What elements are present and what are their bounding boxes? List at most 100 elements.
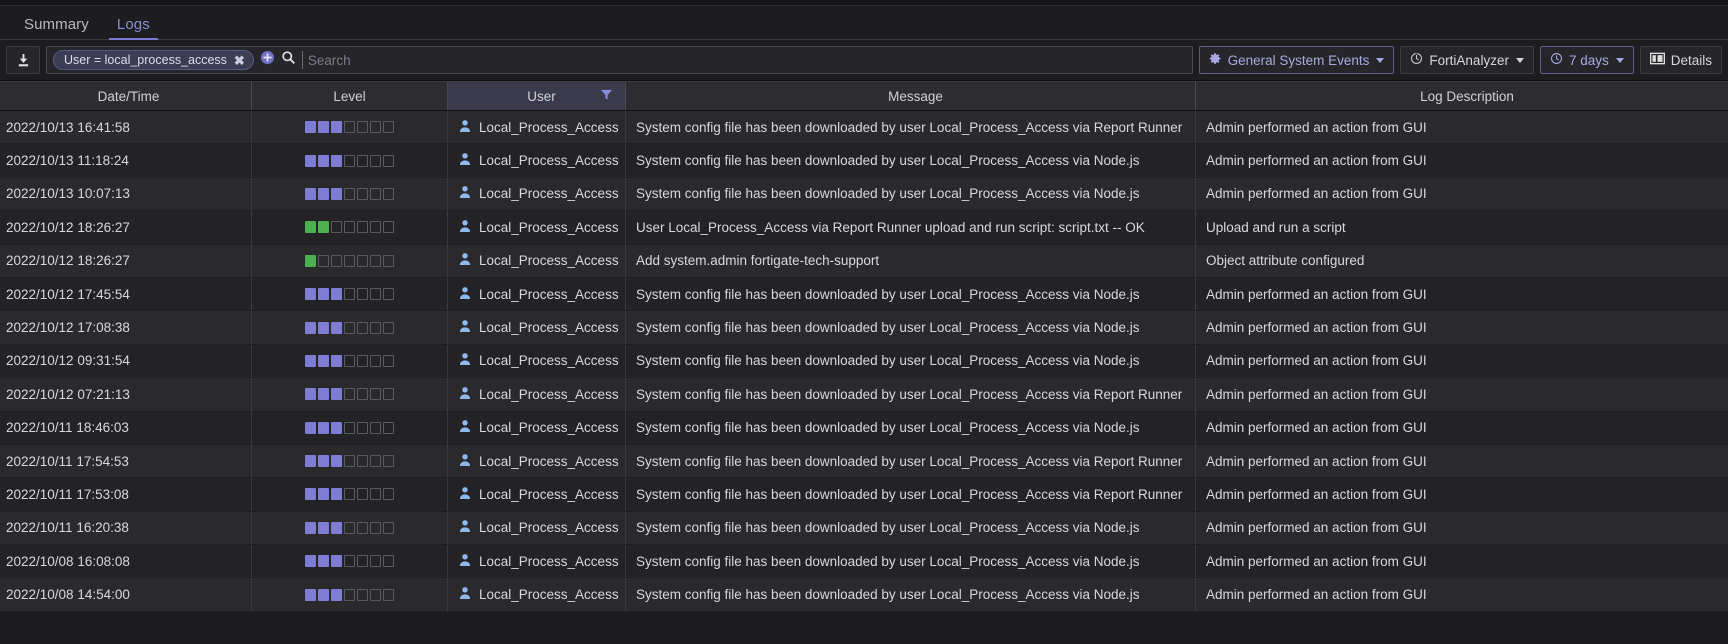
cell-level xyxy=(252,144,448,177)
user-icon xyxy=(458,553,472,570)
column-header-description-label: Log Description xyxy=(1420,88,1514,104)
severity-indicator xyxy=(305,121,394,134)
cell-level xyxy=(252,545,448,578)
cell-level xyxy=(252,311,448,344)
tab-summary[interactable]: Summary xyxy=(10,17,103,39)
cell-message: System config file has been downloaded b… xyxy=(626,511,1196,545)
cell-datetime: 2022/10/13 11:18:24 xyxy=(0,144,252,177)
clock-icon xyxy=(1550,52,1563,68)
table-row[interactable]: 2022/10/08 14:54:00 Local_Process_Access S… xyxy=(0,578,1728,612)
cell-user: Local_Process_Access xyxy=(448,211,626,244)
chevron-down-icon xyxy=(1376,57,1385,63)
search-bar[interactable]: User = local_process_access ✖ xyxy=(46,46,1193,74)
user-icon xyxy=(458,386,472,403)
table-row[interactable]: 2022/10/12 17:08:38 Local_Process_Access S… xyxy=(0,311,1728,345)
cell-user-label: Local_Process_Access xyxy=(479,520,619,536)
table-row[interactable]: 2022/10/12 17:45:54 Local_Process_Access S… xyxy=(0,277,1728,312)
column-header-description[interactable]: Log Description xyxy=(1196,82,1728,110)
table-body: 2022/10/13 16:41:58 Local_Process_Access S… xyxy=(0,111,1728,612)
cell-description: Admin performed an action from GUI xyxy=(1206,153,1427,169)
table-row[interactable]: 2022/10/13 16:41:58 Local_Process_Access S… xyxy=(0,111,1728,145)
cell-message: System config file has been downloaded b… xyxy=(626,444,1196,478)
user-icon xyxy=(458,453,472,470)
severity-indicator xyxy=(305,421,394,434)
user-icon xyxy=(458,185,472,202)
column-header-datetime-label: Date/Time xyxy=(97,88,160,104)
device-dropdown[interactable]: FortiAnalyzer xyxy=(1400,46,1534,74)
cell-message: System config file has been downloaded b… xyxy=(626,144,1196,177)
plus-circle-icon[interactable] xyxy=(260,50,275,70)
table-row[interactable]: 2022/10/11 17:53:08 Local_Process_Access S… xyxy=(0,478,1728,512)
user-icon xyxy=(458,419,472,436)
table-row[interactable]: 2022/10/11 18:46:03 Local_Process_Access S… xyxy=(0,411,1728,445)
table-row[interactable]: 2022/10/11 17:54:53 Local_Process_Access S… xyxy=(0,444,1728,479)
column-header-datetime[interactable]: Date/Time xyxy=(0,82,252,110)
user-icon xyxy=(458,119,472,136)
cell-user-label: Local_Process_Access xyxy=(479,486,619,502)
column-header-level[interactable]: Level xyxy=(252,82,448,110)
details-toggle-button[interactable]: Details xyxy=(1639,46,1722,74)
cell-description: Admin performed an action from GUI xyxy=(1206,353,1427,369)
column-header-user-label: User xyxy=(527,88,556,104)
tab-summary-label: Summary xyxy=(24,16,89,33)
cell-user: Local_Process_Access xyxy=(448,244,626,277)
cell-datetime: 2022/10/12 17:45:54 xyxy=(0,277,252,311)
tab-logs[interactable]: Logs xyxy=(103,17,164,40)
table-row[interactable]: 2022/10/13 10:07:13 Local_Process_Access S… xyxy=(0,177,1728,212)
column-header-message[interactable]: Message xyxy=(626,82,1196,110)
user-icon xyxy=(458,586,472,603)
cell-datetime: 2022/10/11 17:53:08 xyxy=(0,478,252,511)
log-toolbar: User = local_process_access ✖ Search Gen… xyxy=(0,40,1728,81)
filter-funnel-icon[interactable] xyxy=(600,88,613,104)
cell-datetime: 2022/10/11 17:54:53 xyxy=(0,444,252,478)
chevron-down-icon xyxy=(1615,57,1624,63)
cell-user: Local_Process_Access xyxy=(448,144,626,177)
severity-indicator xyxy=(305,521,394,534)
cell-description: Admin performed an action from GUI xyxy=(1206,553,1427,569)
cell-datetime: 2022/10/13 16:41:58 xyxy=(0,111,252,144)
cell-user-label: Local_Process_Access xyxy=(479,353,619,369)
cell-description: Admin performed an action from GUI xyxy=(1206,186,1427,202)
search-input[interactable] xyxy=(301,51,1186,69)
cell-datetime: 2022/10/12 18:26:27 xyxy=(0,244,252,277)
severity-indicator xyxy=(305,187,394,200)
table-row[interactable]: 2022/10/12 09:31:54 Local_Process_Access S… xyxy=(0,344,1728,379)
tab-bar: Summary Logs xyxy=(0,6,1728,40)
severity-indicator xyxy=(305,288,394,301)
cell-user: Local_Process_Access xyxy=(448,511,626,545)
cell-user: Local_Process_Access xyxy=(448,111,626,144)
cell-user: Local_Process_Access xyxy=(448,545,626,578)
search-icon[interactable] xyxy=(281,50,296,70)
cell-user-label: Local_Process_Access xyxy=(479,186,619,202)
time-range-dropdown[interactable]: 7 days xyxy=(1539,46,1634,74)
severity-indicator xyxy=(305,388,394,401)
user-icon xyxy=(458,486,472,503)
log-type-label: General System Events xyxy=(1227,52,1370,68)
severity-indicator xyxy=(305,455,394,468)
table-row[interactable]: 2022/10/08 16:08:08 Local_Process_Access S… xyxy=(0,545,1728,579)
cell-level xyxy=(252,511,448,545)
filter-chip-user[interactable]: User = local_process_access ✖ xyxy=(53,50,254,70)
cell-description: Admin performed an action from GUI xyxy=(1206,386,1427,402)
export-download-button[interactable] xyxy=(6,46,40,74)
close-icon[interactable]: ✖ xyxy=(234,54,245,67)
cell-user: Local_Process_Access xyxy=(448,378,626,411)
log-type-dropdown[interactable]: General System Events xyxy=(1198,46,1395,74)
table-row[interactable]: 2022/10/11 16:20:38 Local_Process_Access S… xyxy=(0,511,1728,546)
cell-level xyxy=(252,244,448,277)
cell-description: Admin performed an action from GUI xyxy=(1206,119,1427,135)
cell-level xyxy=(252,444,448,478)
cell-datetime: 2022/10/13 10:07:13 xyxy=(0,177,252,211)
column-header-user[interactable]: User xyxy=(448,82,626,110)
table-row[interactable]: 2022/10/12 18:26:27 Local_Process_Access U… xyxy=(0,211,1728,245)
table-row[interactable]: 2022/10/13 11:18:24 Local_Process_Access S… xyxy=(0,144,1728,178)
cell-level xyxy=(252,411,448,444)
cell-user: Local_Process_Access xyxy=(448,578,626,611)
table-row[interactable]: 2022/10/12 07:21:13 Local_Process_Access S… xyxy=(0,378,1728,412)
table-row[interactable]: 2022/10/12 18:26:27 Local_Process_Access A… xyxy=(0,244,1728,278)
cell-user: Local_Process_Access xyxy=(448,444,626,478)
cell-datetime: 2022/10/08 14:54:00 xyxy=(0,578,252,611)
cell-message: System config file has been downloaded b… xyxy=(626,478,1196,511)
cell-description: Admin performed an action from GUI xyxy=(1206,320,1427,336)
user-icon xyxy=(458,219,472,236)
